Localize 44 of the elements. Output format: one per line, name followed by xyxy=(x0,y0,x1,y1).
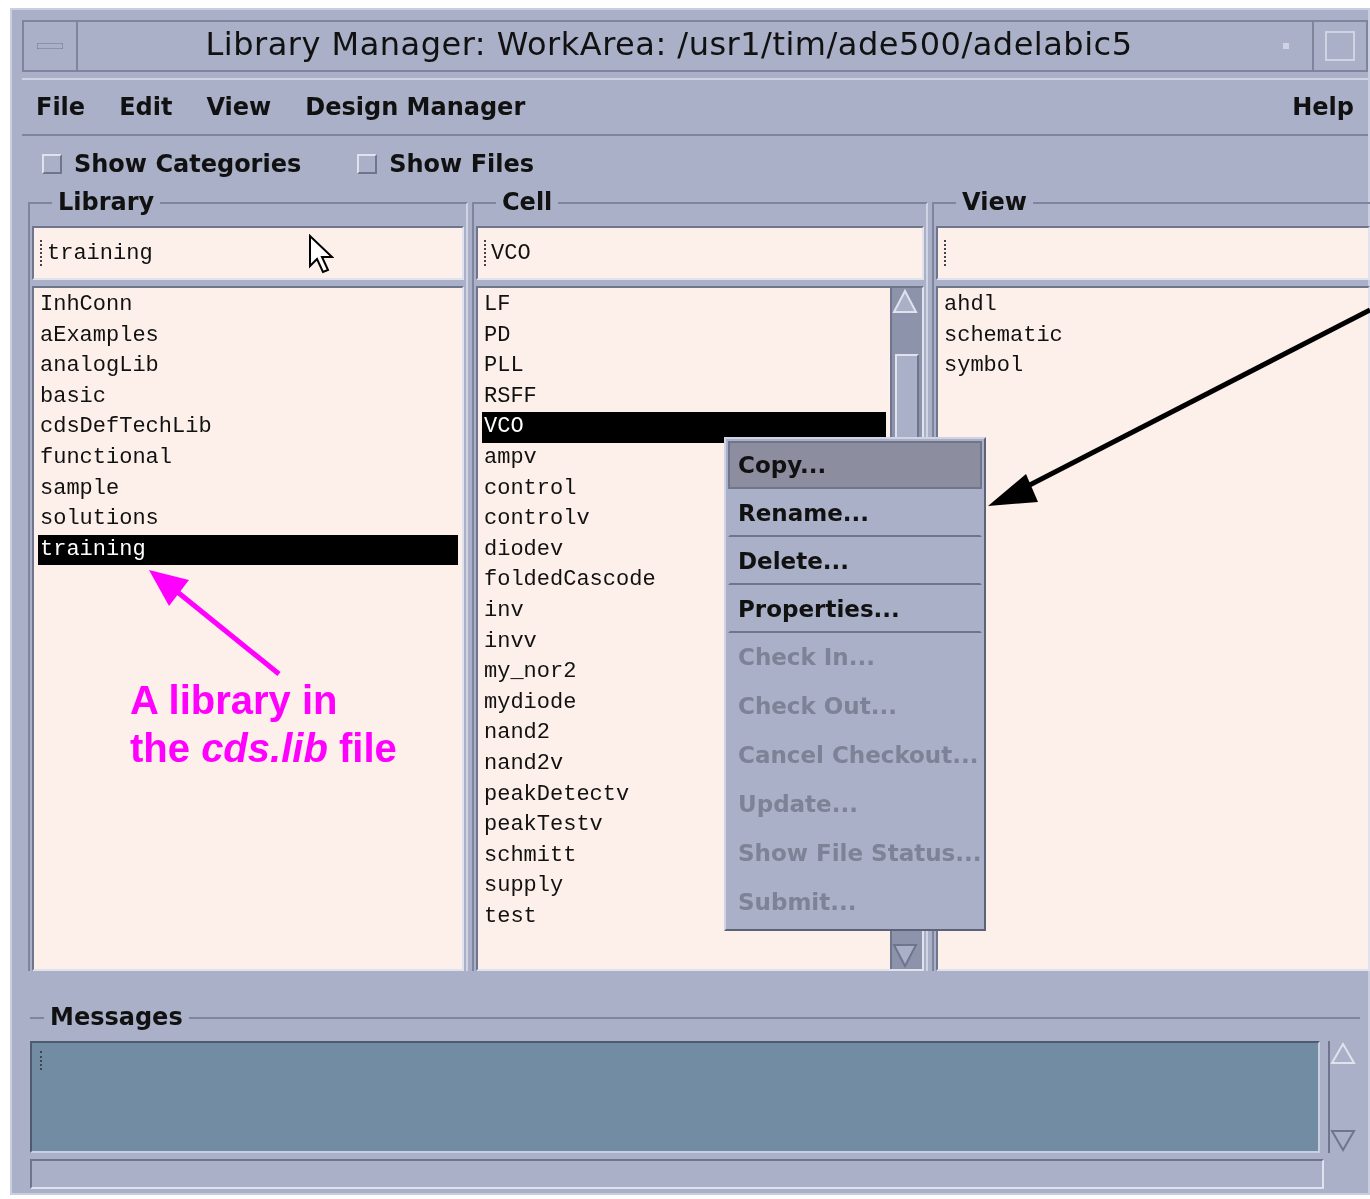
list-item[interactable]: schematic xyxy=(942,320,1364,352)
cursor-icon xyxy=(308,234,334,274)
list-item[interactable]: InhConn xyxy=(38,290,458,321)
list-item[interactable]: PLL xyxy=(482,351,886,382)
checkbox[interactable] xyxy=(42,154,62,174)
list-item[interactable]: cdsDefTechLib xyxy=(38,412,458,443)
menu-item[interactable]: View xyxy=(206,93,272,121)
context-menu-item[interactable]: Copy... xyxy=(728,441,982,489)
list-item[interactable]: basic xyxy=(38,381,458,413)
list-item[interactable]: LF xyxy=(482,290,886,321)
list-item[interactable]: aExamples xyxy=(38,320,458,352)
window-title: Library Manager: WorkArea: /usr1/tim/ade500/adelabic5 xyxy=(204,24,1134,65)
up-arrow-icon xyxy=(1330,1041,1356,1065)
name-field[interactable]: training xyxy=(32,226,464,280)
list-item[interactable]: functional xyxy=(38,442,458,474)
pane-title: Library xyxy=(52,188,161,216)
context-menu-item[interactable]: Delete... xyxy=(728,537,982,585)
name-field[interactable] xyxy=(936,226,1370,280)
context-menu-item[interactable]: Properties... xyxy=(728,585,982,633)
menu-item[interactable]: Design Manager xyxy=(305,93,526,121)
checkbox-label: Show Categories xyxy=(74,150,302,178)
annotation-text: A library in the cds.lib file xyxy=(130,677,397,772)
list-item[interactable]: sample xyxy=(38,473,458,505)
maximize-icon xyxy=(1325,31,1355,61)
list-item[interactable]: PD xyxy=(482,320,886,352)
up-arrow-icon xyxy=(892,288,918,314)
list-item[interactable]: VCO xyxy=(482,412,886,443)
checkbox[interactable] xyxy=(357,154,378,174)
context-menu-item[interactable]: Rename... xyxy=(728,489,982,537)
bar-icon xyxy=(37,43,63,49)
menu-item[interactable]: Help xyxy=(1292,93,1354,121)
down-arrow-icon xyxy=(1330,1129,1356,1153)
list-item[interactable]: RSFF xyxy=(482,381,886,413)
list-item[interactable]: solutions xyxy=(38,504,458,535)
list-item[interactable]: analogLib xyxy=(38,351,458,382)
checkbox-label: Show Files xyxy=(389,150,535,178)
name-field[interactable]: VCO xyxy=(476,226,924,280)
list-item[interactable]: ahdl xyxy=(942,290,1364,321)
menu-item[interactable]: Edit xyxy=(119,93,173,121)
scrollbar[interactable] xyxy=(30,1159,1324,1189)
minimize-icon xyxy=(1283,43,1289,49)
list-item[interactable]: training xyxy=(38,534,458,566)
list-item[interactable]: symbol xyxy=(942,351,1364,382)
menu-item[interactable]: File xyxy=(36,93,86,121)
